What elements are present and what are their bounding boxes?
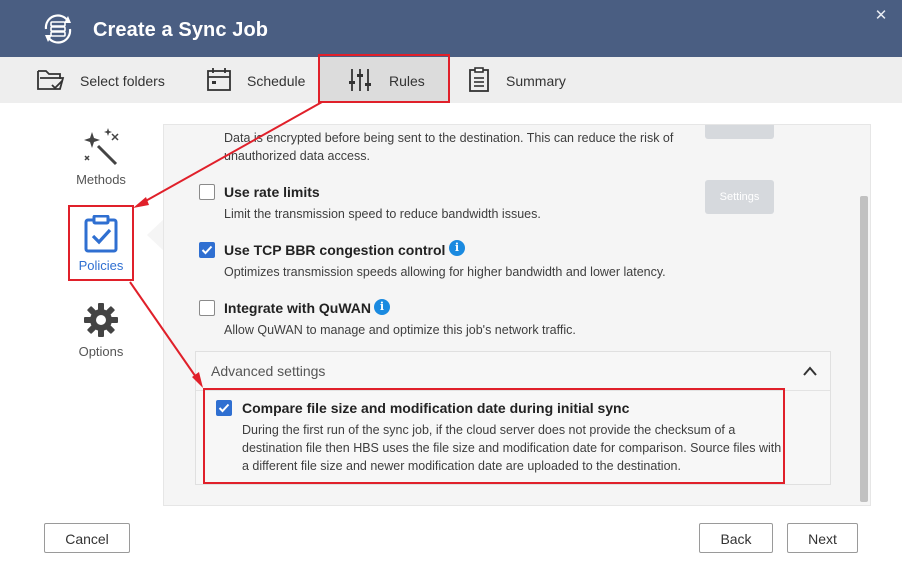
rules-content-panel: Data is encrypted before being sent to t…	[163, 124, 871, 506]
window-title: Create a Sync Job	[93, 19, 269, 41]
compare-title: Compare file size and modification date …	[242, 400, 630, 416]
sidenav-item-policies[interactable]: Policies	[56, 212, 146, 274]
encryption-settings-button[interactable]	[705, 125, 774, 139]
tab-label: Schedule	[247, 73, 306, 89]
advanced-settings-panel: Advanced settings Compare file size and …	[195, 351, 831, 485]
tab-label: Rules	[389, 73, 425, 89]
calendar-icon	[207, 68, 231, 91]
clipboard-list-icon	[469, 67, 489, 92]
magic-wand-icon	[84, 128, 119, 166]
next-button[interactable]: Next	[787, 523, 858, 553]
sync-job-icon	[44, 14, 72, 44]
info-icon[interactable]: i	[449, 240, 465, 256]
tcp-bbr-description: Optimizes transmission speeds allowing f…	[224, 265, 666, 279]
gear-icon	[84, 303, 118, 337]
compare-description: During the first run of the sync job, if…	[242, 423, 782, 473]
tcp-bbr-checkbox[interactable]	[199, 242, 215, 258]
advanced-settings-header[interactable]: Advanced settings	[196, 352, 830, 390]
rate-limits-description: Limit the transmission speed to reduce b…	[224, 207, 541, 221]
quwan-description: Allow QuWAN to manage and optimize this …	[224, 323, 576, 337]
sidenav-label: Methods	[76, 172, 126, 187]
rate-limits-settings-button[interactable]: Settings	[705, 180, 774, 214]
quwan-title: Integrate with QuWAN	[224, 300, 371, 316]
sidenav-label: Policies	[78, 258, 124, 273]
rate-limits-checkbox[interactable]	[199, 184, 215, 200]
back-button[interactable]: Back	[699, 523, 773, 553]
tab-label: Summary	[506, 73, 566, 89]
encrypt-description: Data is encrypted before being sent to t…	[224, 131, 674, 163]
compare-checkbox[interactable]	[216, 400, 232, 416]
folder-check-icon	[37, 70, 65, 90]
tab-summary[interactable]: Summary	[448, 57, 608, 103]
sliders-icon	[349, 69, 371, 91]
sidenav-label: Options	[78, 344, 124, 359]
tcp-bbr-title: Use TCP BBR congestion control	[224, 242, 446, 258]
close-icon[interactable]: ✕	[872, 7, 890, 25]
tab-schedule[interactable]: Schedule	[190, 57, 318, 103]
sidenav-item-options[interactable]: Options	[56, 300, 146, 362]
chevron-up-icon[interactable]	[802, 365, 818, 377]
rate-limits-title: Use rate limits	[224, 184, 320, 200]
advanced-settings-title: Advanced settings	[211, 363, 326, 379]
title-bar: Create a Sync Job ✕	[0, 0, 902, 57]
checkmark-icon	[201, 245, 213, 255]
quwan-checkbox[interactable]	[199, 300, 215, 316]
tab-rules[interactable]: Rules	[318, 57, 448, 103]
cancel-button[interactable]: Cancel	[44, 523, 130, 553]
active-section-pointer	[147, 219, 164, 251]
content-scrollbar[interactable]	[860, 196, 868, 502]
step-tabs: Select folders Schedule Rules Summary	[0, 57, 902, 103]
tab-label: Select folders	[80, 73, 165, 89]
checkmark-icon	[218, 403, 230, 413]
info-icon[interactable]: i	[374, 299, 390, 315]
divider	[196, 390, 830, 391]
clipboard-check-icon	[84, 215, 118, 253]
tab-select-folders[interactable]: Select folders	[0, 57, 190, 103]
sidenav-item-methods[interactable]: Methods	[56, 126, 146, 188]
